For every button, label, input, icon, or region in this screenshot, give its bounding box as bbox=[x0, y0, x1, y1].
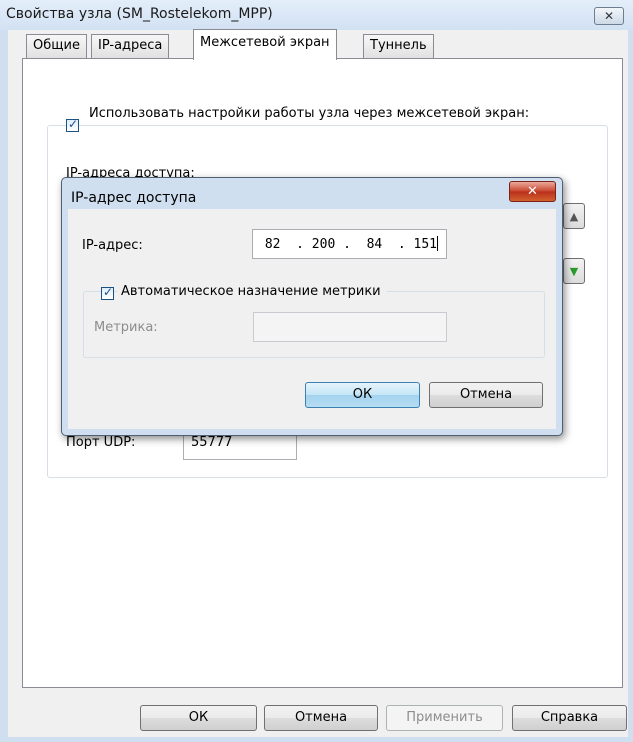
close-icon: ✕ bbox=[527, 184, 538, 199]
ip-address-value: 82 . 200 . 84 . 151 bbox=[257, 237, 438, 252]
text-caret bbox=[437, 236, 439, 251]
tab-firewall[interactable]: Межсетевой экран bbox=[193, 29, 337, 60]
metric-label: Метрика: bbox=[94, 320, 158, 335]
close-icon: ✕ bbox=[603, 9, 615, 23]
check-icon: ✓ bbox=[103, 285, 114, 299]
help-button[interactable]: Справка bbox=[512, 705, 627, 731]
cancel-button[interactable]: Отмена bbox=[264, 705, 378, 731]
ip-address-label: IP-адрес: bbox=[82, 238, 143, 253]
dialog-close-button[interactable]: ✕ bbox=[509, 181, 556, 202]
use-firewall-checkbox[interactable]: ✓ bbox=[66, 117, 79, 132]
dialog-cancel-button[interactable]: Отмена bbox=[429, 382, 543, 408]
dialog-ok-button[interactable]: ОК bbox=[305, 382, 420, 408]
arrow-down-icon: ▼ bbox=[569, 264, 579, 278]
use-firewall-label: Использовать настройки работы узла через… bbox=[89, 106, 559, 122]
auto-metric-checkbox[interactable]: ✓ bbox=[101, 285, 114, 300]
ip-address-input[interactable]: 82 . 200 . 84 . 151 bbox=[252, 229, 447, 259]
move-up-button[interactable]: ▲ bbox=[563, 203, 585, 229]
window-title: Свойства узла (SM_Rostelekom_MPP) bbox=[6, 6, 273, 22]
check-icon: ✓ bbox=[68, 117, 79, 131]
ok-button[interactable]: ОК bbox=[140, 705, 257, 731]
window-close-button[interactable]: ✕ bbox=[594, 7, 624, 25]
metric-input[interactable] bbox=[253, 312, 447, 342]
tab-tunnel[interactable]: Туннель bbox=[363, 34, 434, 58]
move-down-button[interactable]: ▼ bbox=[563, 258, 585, 284]
titlebar: Свойства узла (SM_Rostelekom_MPP) ✕ bbox=[0, 0, 633, 30]
dialog-title: IP-адрес доступа bbox=[71, 190, 197, 206]
apply-button[interactable]: Применить bbox=[386, 705, 503, 731]
auto-metric-label: Автоматическое назначение метрики bbox=[117, 284, 387, 299]
arrow-up-icon: ▲ bbox=[569, 209, 579, 223]
udp-port-label: Порт UDP: bbox=[66, 435, 136, 450]
tab-ip-addresses[interactable]: IP-адреса bbox=[91, 34, 170, 58]
tab-general[interactable]: Общие bbox=[26, 34, 87, 58]
